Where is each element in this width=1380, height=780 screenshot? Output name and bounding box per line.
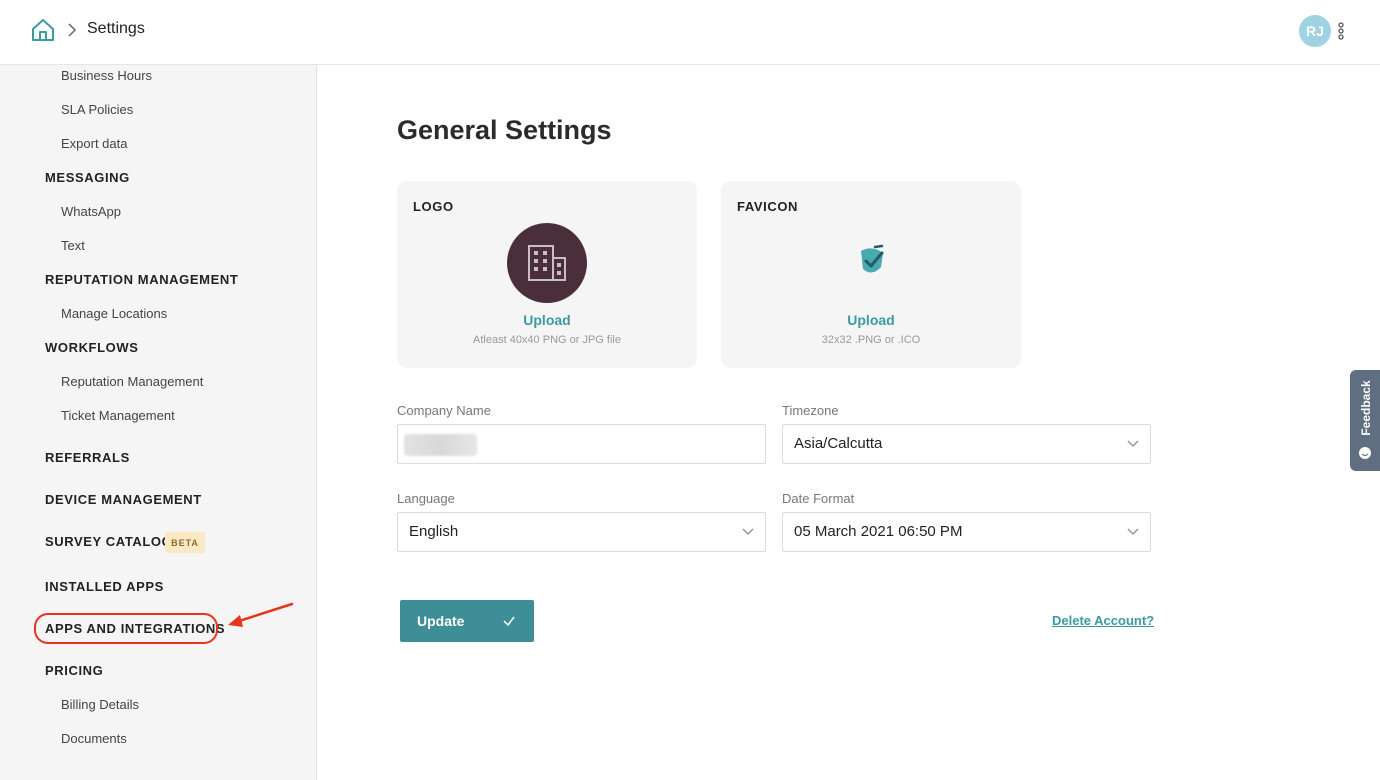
- home-icon[interactable]: [30, 17, 56, 43]
- sidebar-section-reputation-management[interactable]: REPUTATION MANAGEMENT: [45, 272, 238, 287]
- update-button[interactable]: Update: [400, 600, 534, 642]
- brand-check-icon[interactable]: [855, 243, 889, 279]
- logo-upload-link[interactable]: Upload: [397, 312, 697, 328]
- page-title: General Settings: [397, 115, 612, 145]
- sidebar-item-ticket-management[interactable]: Ticket Management: [61, 408, 175, 423]
- sidebar-item-documents[interactable]: Documents: [61, 731, 127, 746]
- favicon-card: FAVICON Upload 32x32 .PNG or .ICO: [721, 181, 1021, 368]
- sidebar-item-business-hours[interactable]: Business Hours: [61, 68, 152, 83]
- settings-sidebar: Business Hours SLA Policies Export data …: [0, 65, 317, 780]
- smiley-icon: [1359, 447, 1371, 459]
- sidebar-item-billing-details[interactable]: Billing Details: [61, 697, 139, 712]
- sidebar-section-messaging[interactable]: MESSAGING: [45, 170, 130, 185]
- language-select[interactable]: English: [397, 512, 766, 552]
- sidebar-section-survey-catalog[interactable]: SURVEY CATALOG: [45, 534, 172, 549]
- sidebar-item-whatsapp[interactable]: WhatsApp: [61, 204, 121, 219]
- logo-upload-hint: Atleast 40x40 PNG or JPG file: [473, 334, 621, 346]
- check-icon: [503, 616, 515, 627]
- feedback-tab[interactable]: Feedback: [1350, 370, 1380, 471]
- language-value: English: [409, 523, 459, 540]
- update-button-label: Update: [417, 613, 465, 629]
- sidebar-section-workflows[interactable]: WORKFLOWS: [45, 340, 139, 355]
- chevron-down-icon: [1127, 440, 1139, 448]
- company-name-label: Company Name: [397, 403, 491, 418]
- avatar[interactable]: RJ: [1299, 15, 1331, 47]
- redacted-company-name: [404, 434, 477, 456]
- favicon-card-label: FAVICON: [737, 199, 799, 214]
- sidebar-item-manage-locations[interactable]: Manage Locations: [61, 306, 167, 321]
- company-name-input[interactable]: [397, 424, 766, 464]
- logo-card-label: LOGO: [413, 199, 454, 214]
- beta-badge: BETA: [165, 532, 205, 553]
- kebab-menu-icon[interactable]: [1336, 22, 1346, 40]
- chevron-right-icon: [68, 23, 77, 37]
- sidebar-item-reputation-management[interactable]: Reputation Management: [61, 374, 203, 389]
- timezone-select[interactable]: Asia/Calcutta: [782, 424, 1151, 464]
- date-format-label: Date Format: [782, 491, 855, 506]
- favicon-upload-link[interactable]: Upload: [721, 312, 1021, 328]
- sidebar-item-text[interactable]: Text: [61, 238, 85, 253]
- sidebar-section-device-management[interactable]: DEVICE MANAGEMENT: [45, 492, 202, 507]
- timezone-label: Timezone: [782, 403, 839, 418]
- chevron-down-icon: [1127, 528, 1139, 536]
- top-header: Settings RJ: [0, 0, 1380, 65]
- delete-account-link[interactable]: Delete Account?: [1052, 613, 1154, 628]
- logo-preview[interactable]: [507, 223, 587, 303]
- chevron-down-icon: [742, 528, 754, 536]
- logo-card: LOGO Upload Atleast 40x40 PNG or JPG fil…: [397, 181, 697, 368]
- sidebar-item-export-data[interactable]: Export data: [61, 136, 128, 151]
- feedback-label: Feedback: [1359, 380, 1373, 436]
- favicon-upload-hint: 32x32 .PNG or .ICO: [821, 334, 921, 346]
- main-content: General Settings LOGO Upload Atleast 40x…: [318, 65, 1380, 780]
- building-icon: [528, 245, 566, 281]
- date-format-select[interactable]: 05 March 2021 06:50 PM: [782, 512, 1151, 552]
- annotation-arrow-icon: [228, 602, 294, 627]
- language-label: Language: [397, 491, 455, 506]
- sidebar-section-installed-apps[interactable]: INSTALLED APPS: [45, 579, 164, 594]
- date-format-value: 05 March 2021 06:50 PM: [794, 523, 963, 540]
- sidebar-section-pricing[interactable]: PRICING: [45, 663, 103, 678]
- sidebar-item-sla-policies[interactable]: SLA Policies: [61, 102, 133, 117]
- timezone-value: Asia/Calcutta: [794, 435, 883, 452]
- annotation-highlight-ring: [34, 613, 218, 644]
- breadcrumb-current: Settings: [87, 20, 145, 37]
- sidebar-section-referrals[interactable]: REFERRALS: [45, 450, 130, 465]
